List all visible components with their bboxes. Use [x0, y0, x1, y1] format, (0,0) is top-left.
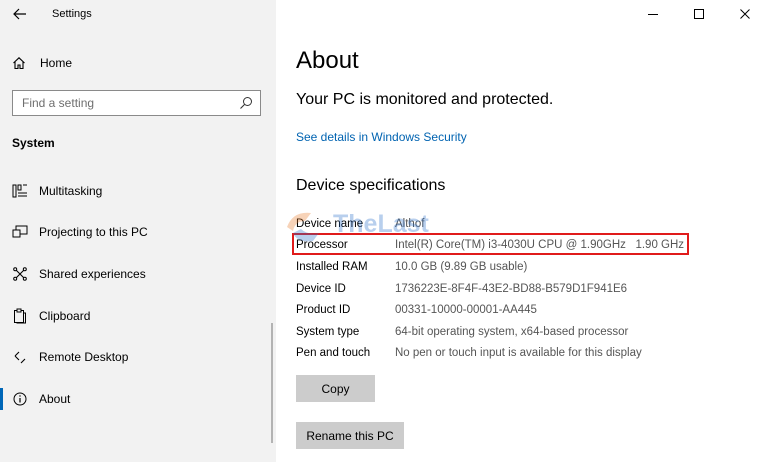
protection-status: Your PC is monitored and protected.: [296, 91, 554, 108]
sidebar-item-clipboard[interactable]: Clipboard: [0, 295, 276, 337]
sidebar-item-about[interactable]: About: [0, 378, 276, 420]
search-icon[interactable]: [239, 96, 253, 110]
sidebar-item-label: About: [39, 391, 71, 406]
spec-key: System type: [296, 325, 360, 338]
spec-key: Installed RAM: [296, 260, 368, 273]
maximize-button[interactable]: [676, 0, 722, 28]
page-title: About: [296, 47, 359, 74]
section-label: System: [12, 136, 55, 150]
clipboard-icon: [11, 307, 29, 325]
back-arrow-icon: [13, 8, 26, 20]
sidebar-item-projecting[interactable]: Projecting to this PC: [0, 212, 276, 254]
spec-value: 1736223E-8F4F-43E2-BD88-B579D1F941E6: [395, 282, 628, 295]
spec-row-pen-and-touch: Pen and touch No pen or touch input is a…: [296, 343, 684, 365]
sidebar-item-label: Clipboard: [39, 308, 91, 323]
info-icon: [11, 390, 29, 408]
rename-pc-button[interactable]: Rename this PC: [296, 422, 404, 449]
minimize-button[interactable]: [630, 0, 676, 28]
sidebar-item-label: Shared experiences: [39, 266, 146, 281]
spec-key: Device name: [296, 217, 364, 230]
spec-value: 00331-10000-00001-AA445: [395, 304, 537, 317]
security-details-link[interactable]: See details in Windows Security: [296, 130, 467, 144]
copy-button[interactable]: Copy: [296, 375, 375, 402]
sidebar-item-label: Multitasking: [39, 183, 103, 198]
spec-value: No pen or touch input is available for t…: [395, 347, 642, 360]
search-input[interactable]: [13, 91, 223, 115]
sidebar-scrollbar[interactable]: [271, 323, 273, 443]
window-controls: [630, 0, 768, 28]
sidebar-item-label: Remote Desktop: [39, 350, 129, 365]
home-icon: [10, 54, 28, 72]
processor-highlight-box: [292, 233, 689, 255]
spec-row-installed-ram: Installed RAM 10.0 GB (9.89 GB usable): [296, 256, 684, 278]
spec-row-system-type: System type 64-bit operating system, x64…: [296, 321, 684, 343]
projecting-icon: [11, 223, 29, 241]
sidebar-item-shared-experiences[interactable]: Shared experiences: [0, 253, 276, 295]
spec-key: Pen and touch: [296, 347, 371, 360]
spec-value: 64-bit operating system, x64-based proce…: [395, 325, 629, 338]
sidebar-item-multitasking[interactable]: Multitasking: [0, 170, 276, 212]
spec-row-device-id: Device ID 1736223E-8F4F-43E2-BD88-B579D1…: [296, 278, 684, 300]
title-bar: Settings: [0, 0, 276, 30]
close-icon: [740, 9, 750, 19]
spec-row-product-id: Product ID 00331-10000-00001-AA445: [296, 299, 684, 321]
nav-home-label: Home: [40, 56, 73, 70]
sidebar: Settings Home System Multitasking: [0, 0, 276, 462]
spec-row-device-name: Device name Althof: [296, 213, 684, 235]
sidebar-item-remote-desktop[interactable]: Remote Desktop: [0, 336, 276, 378]
multitasking-icon: [11, 182, 29, 200]
spec-value: Althof: [395, 217, 425, 230]
search-box[interactable]: [12, 90, 261, 116]
app-title: Settings: [52, 8, 92, 20]
minimize-icon: [648, 14, 658, 15]
spec-key: Product ID: [296, 304, 351, 317]
spec-value: 10.0 GB (9.89 GB usable): [395, 260, 528, 273]
device-specifications-heading: Device specifications: [296, 177, 446, 194]
shared-experiences-icon: [11, 265, 29, 283]
close-button[interactable]: [722, 0, 768, 28]
sidebar-item-label: Projecting to this PC: [39, 225, 148, 240]
back-button[interactable]: [10, 5, 30, 23]
nav-home[interactable]: Home: [10, 52, 250, 74]
nav-list: Multitasking Projecting to this PC Share…: [0, 170, 276, 420]
maximize-icon: [694, 9, 704, 19]
spec-key: Device ID: [296, 282, 346, 295]
remote-desktop-icon: [11, 348, 29, 366]
